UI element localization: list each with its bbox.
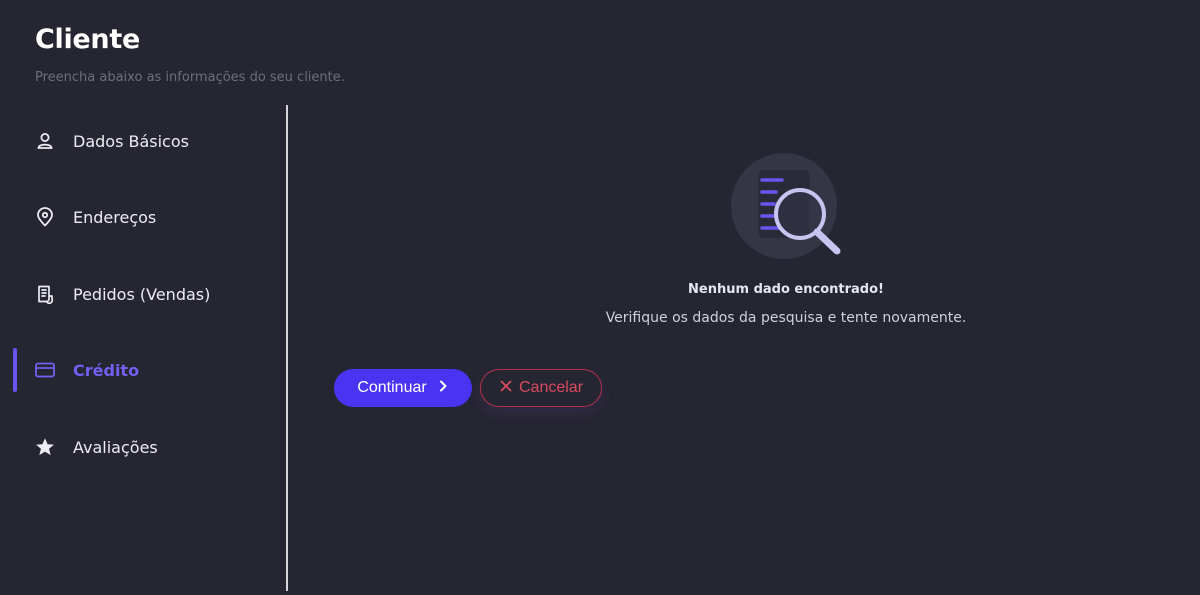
sidebar-item-avaliacoes[interactable]: Avaliações bbox=[0, 425, 286, 469]
continue-button[interactable]: Continuar bbox=[334, 369, 472, 407]
sidebar-item-enderecos[interactable]: Endereços bbox=[0, 195, 286, 239]
location-pin-icon bbox=[34, 206, 56, 228]
cancel-button-label: Cancelar bbox=[518, 379, 584, 396]
active-indicator bbox=[13, 348, 17, 392]
page-subtitle: Preencha abaixo as informações do seu cl… bbox=[35, 70, 345, 85]
user-icon bbox=[34, 130, 56, 152]
credit-card-icon bbox=[34, 359, 56, 381]
sidebar-item-label: Avaliações bbox=[73, 437, 158, 457]
sidebar-item-label: Endereços bbox=[73, 207, 157, 227]
continue-button-label: Continuar bbox=[357, 379, 427, 396]
sidebar-item-credito[interactable]: Crédito bbox=[0, 348, 286, 392]
close-icon bbox=[499, 379, 513, 398]
page-title: Cliente bbox=[35, 24, 140, 55]
sidebar-item-label: Crédito bbox=[73, 360, 140, 380]
chevron-right-icon bbox=[437, 379, 449, 398]
empty-state-message: Verifique os dados da pesquisa e tente n… bbox=[605, 310, 967, 326]
star-icon bbox=[34, 436, 56, 458]
sidebar-item-label: Dados Básicos bbox=[73, 131, 189, 151]
document-search-icon bbox=[730, 152, 846, 262]
sidebar-divider bbox=[286, 105, 288, 591]
empty-state-title: Nenhum dado encontrado! bbox=[688, 282, 884, 297]
cancel-button[interactable]: Cancelar bbox=[480, 369, 602, 407]
sidebar: Dados Básicos Endereços Pedidos (Vendas) bbox=[0, 105, 286, 595]
sidebar-item-dados-basicos[interactable]: Dados Básicos bbox=[0, 119, 286, 163]
